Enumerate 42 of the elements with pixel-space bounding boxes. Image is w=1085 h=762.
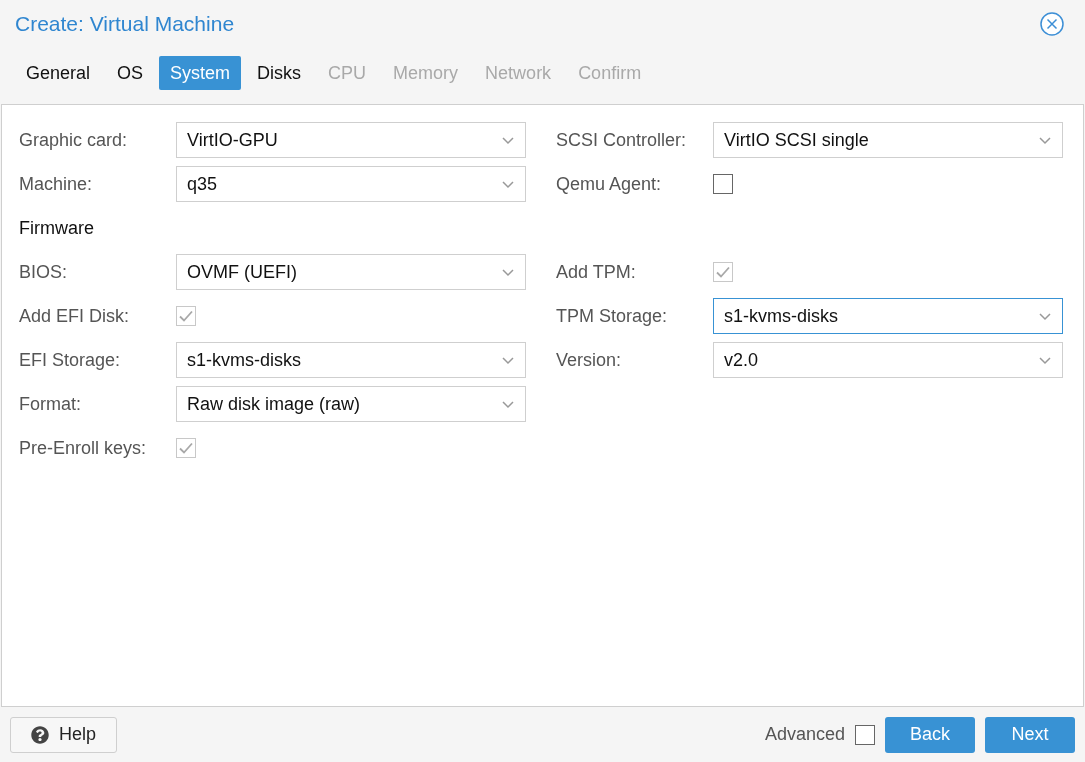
checkbox[interactable] [713,174,733,194]
chevron-down-icon [501,267,515,277]
check-icon [715,264,731,280]
field-label: Format: [19,392,82,416]
field-label: Add EFI Disk: [19,304,131,328]
field-label: BIOS: [19,260,68,284]
window-title: Create: Virtual Machine [15,11,235,38]
tab[interactable]: General [15,56,102,90]
field-label: Pre-Enroll keys: [19,436,148,460]
dropdown[interactable]: OVMF (UEFI) [176,254,526,290]
dropdown[interactable]: q35 [176,166,526,202]
help-button[interactable]: Help [10,716,118,753]
field-label: SCSI Controller: [556,128,688,152]
section-heading: Firmware [19,216,94,240]
chevron-down-icon [501,399,515,409]
dropdown[interactable]: s1-kvms-disks [713,298,1063,334]
field-label: Graphic card: [19,128,129,152]
field-label: EFI Storage: [19,348,122,372]
field-label: Add TPM: [556,260,637,284]
dropdown[interactable]: VirtIO-GPU [176,122,526,158]
dropdown[interactable]: Raw disk image (raw) [176,386,526,422]
tab[interactable]: OS [106,56,155,90]
chevron-down-icon [1038,311,1052,321]
tab[interactable]: Disks [246,56,313,90]
checkbox[interactable] [855,724,875,745]
close-icon[interactable] [1039,11,1065,37]
chevron-down-icon [501,135,515,145]
chevron-down-icon [501,179,515,189]
chevron-down-icon [1038,355,1052,365]
dropdown[interactable]: s1-kvms-disks [176,342,526,378]
help-icon [31,725,49,744]
dropdown[interactable]: v2.0 [713,342,1063,378]
check-icon [178,440,194,456]
dropdown[interactable]: VirtIO SCSI single [713,122,1063,158]
check-icon [178,308,194,324]
chevron-down-icon [1038,135,1052,145]
field-label: TPM Storage: [556,304,669,328]
field-label: Qemu Agent: [556,172,663,196]
advanced-label: Advanced [764,723,845,746]
chevron-down-icon [501,355,515,365]
field-label: Machine: [19,172,94,196]
field-label: Version: [556,348,623,372]
